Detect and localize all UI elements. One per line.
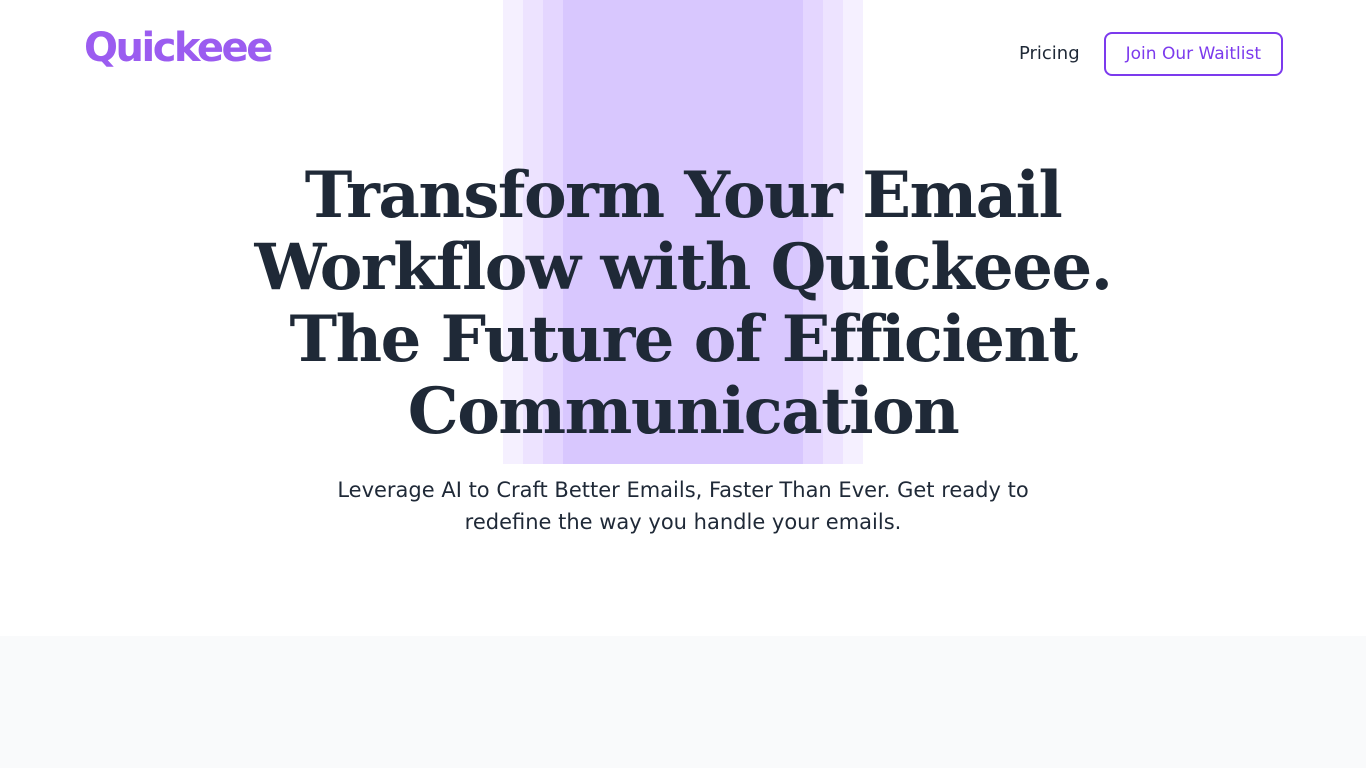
next-section-band	[0, 636, 1366, 768]
join-waitlist-button[interactable]: Join Our Waitlist	[1103, 32, 1283, 76]
hero-subtitle: Leverage AI to Craft Better Emails, Fast…	[337, 478, 1029, 534]
main-nav: Pricing Join Our Waitlist	[1019, 32, 1283, 76]
pricing-link[interactable]: Pricing	[1019, 32, 1080, 76]
headline-line-2: Workflow with Quickeee.	[254, 230, 1113, 305]
hero-headline: Transform Your Email Workflow with Quick…	[233, 160, 1133, 448]
headline-line-4: Communication	[407, 374, 960, 449]
headline-line-1: Transform Your Email	[304, 158, 1063, 233]
hero-section: Transform Your Email Workflow with Quick…	[0, 160, 1366, 538]
brand-logo[interactable]: Quickeee	[84, 22, 273, 74]
headline-line-3: The Future of Efficient	[289, 302, 1078, 377]
site-header: Quickeee Pricing Join Our Waitlist	[0, 0, 1366, 108]
